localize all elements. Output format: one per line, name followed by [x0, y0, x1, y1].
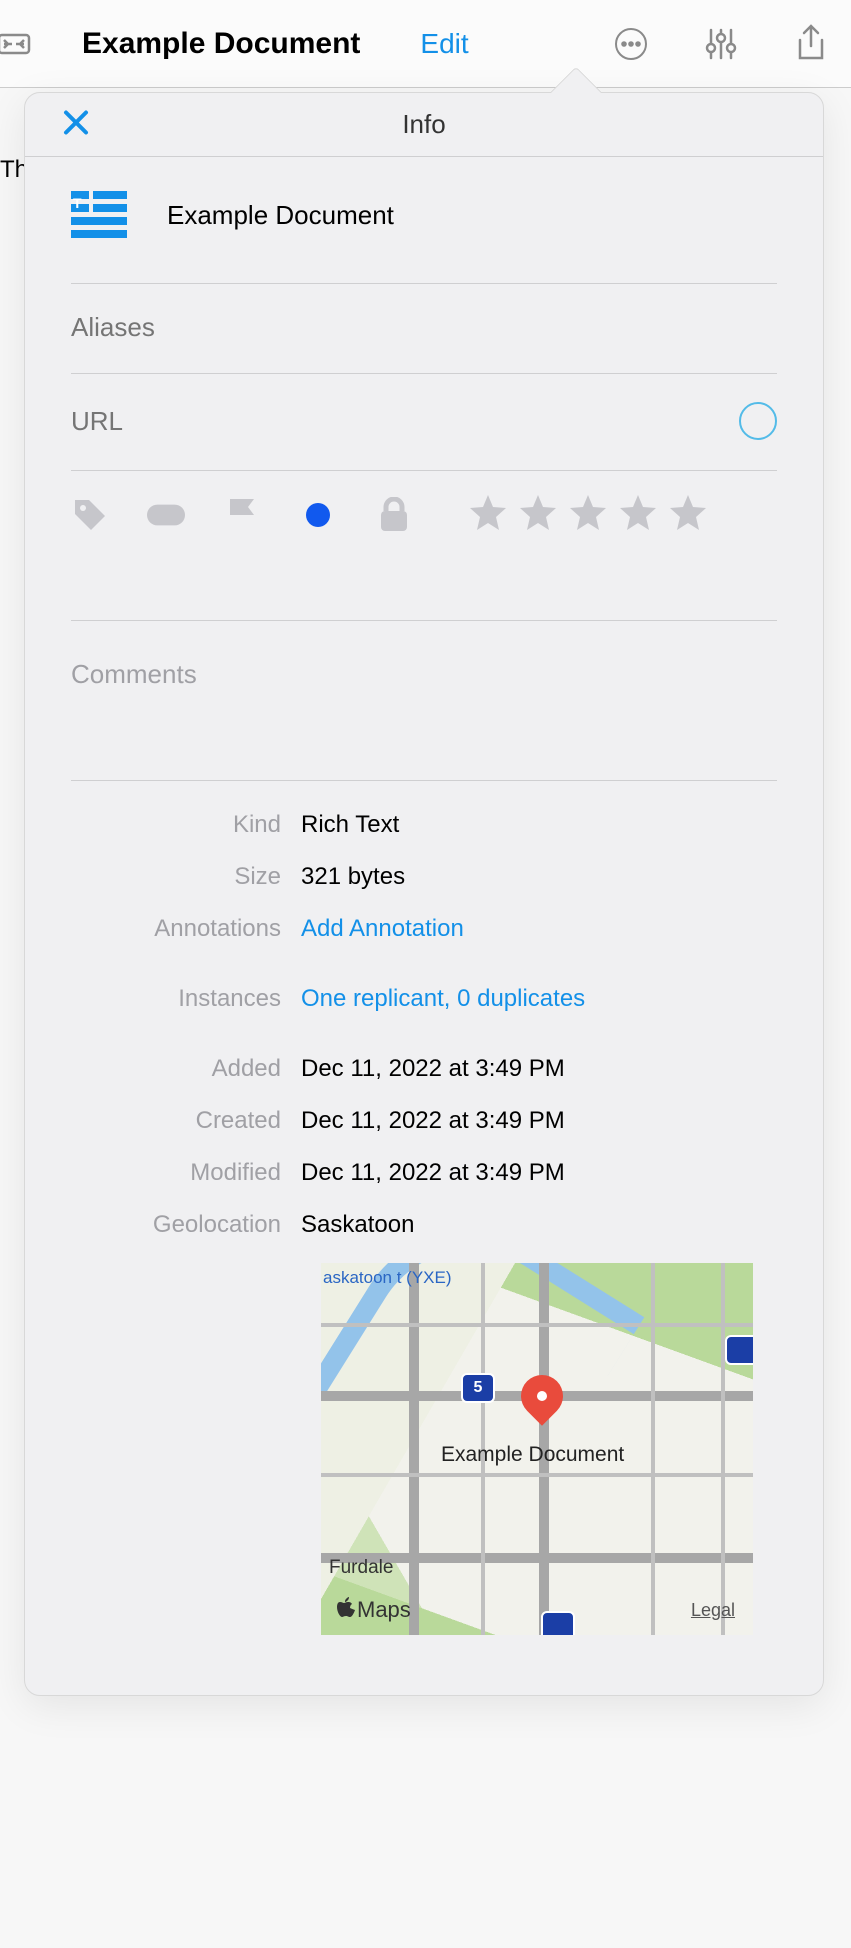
open-url-icon[interactable] [739, 402, 777, 440]
meta-label-created: Created [71, 1107, 301, 1135]
map-thumbnail[interactable]: 5 Example Document askatoon t (YXE) Furd… [321, 1263, 753, 1635]
more-icon[interactable] [611, 24, 651, 64]
info-document-title[interactable]: Example Document [167, 200, 394, 231]
share-icon[interactable] [791, 24, 831, 64]
svg-text:T: T [73, 195, 82, 211]
meta-label-modified: Modified [71, 1159, 301, 1187]
meta-label-instances: Instances [71, 985, 301, 1013]
flag-icon[interactable] [223, 496, 261, 534]
popover-header: Info [25, 93, 823, 157]
aliases-input[interactable] [71, 312, 636, 343]
highway-shield-icon [725, 1335, 753, 1365]
highway-shield-icon: 5 [461, 1373, 495, 1403]
add-annotation-link[interactable]: Add Annotation [301, 915, 464, 943]
info-popover: Info T Example Document [24, 92, 824, 1696]
map-brand: Maps [337, 1597, 411, 1623]
highway-shield-icon [541, 1611, 575, 1635]
star-icon[interactable] [569, 493, 607, 536]
meta-value-size: 321 bytes [301, 863, 405, 891]
map-pin-label: Example Document [441, 1443, 624, 1467]
expand-icon[interactable] [0, 24, 34, 64]
meta-label-kind: Kind [71, 811, 301, 839]
color-dot[interactable] [299, 496, 337, 534]
label-icon[interactable] [147, 496, 185, 534]
meta-label-added: Added [71, 1055, 301, 1083]
sliders-icon[interactable] [701, 24, 741, 64]
meta-value-created: Dec 11, 2022 at 3:49 PM [301, 1107, 565, 1135]
document-type-icon: T [71, 191, 127, 239]
close-button[interactable] [63, 106, 89, 143]
metadata-section: Kind Rich Text Size 321 bytes Annotation… [71, 780, 777, 1635]
apple-logo-icon [337, 1597, 355, 1623]
meta-value-geolocation: Saskatoon [301, 1211, 414, 1239]
meta-label-geolocation: Geolocation [71, 1211, 301, 1239]
meta-label-annotations: Annotations [71, 915, 301, 943]
popover-title: Info [25, 109, 823, 140]
document-title: Example Document [82, 27, 360, 61]
meta-value-modified: Dec 11, 2022 at 3:49 PM [301, 1159, 565, 1187]
meta-value-added: Dec 11, 2022 at 3:49 PM [301, 1055, 565, 1083]
star-icon[interactable] [619, 493, 657, 536]
meta-label-size: Size [71, 863, 301, 891]
instances-link[interactable]: One replicant, 0 duplicates [301, 985, 585, 1013]
comments-placeholder: Comments [71, 659, 197, 689]
tag-icon[interactable] [71, 496, 109, 534]
map-legal-link[interactable]: Legal [691, 1600, 735, 1621]
edit-button[interactable]: Edit [420, 28, 468, 60]
url-input[interactable] [71, 406, 636, 437]
map-place-label: Furdale [329, 1557, 393, 1579]
star-icon[interactable] [669, 493, 707, 536]
url-field[interactable] [71, 373, 777, 470]
aliases-field[interactable] [71, 283, 777, 373]
toolbar: Example Document Edit [0, 0, 851, 88]
meta-value-kind: Rich Text [301, 811, 399, 839]
rating-stars[interactable] [469, 493, 707, 536]
property-icon-bar [71, 470, 777, 562]
star-icon[interactable] [519, 493, 557, 536]
star-icon[interactable] [469, 493, 507, 536]
map-airport-label: askatoon t (YXE) [323, 1269, 452, 1288]
comments-field[interactable]: Comments [71, 620, 777, 780]
lock-icon[interactable] [375, 496, 413, 534]
